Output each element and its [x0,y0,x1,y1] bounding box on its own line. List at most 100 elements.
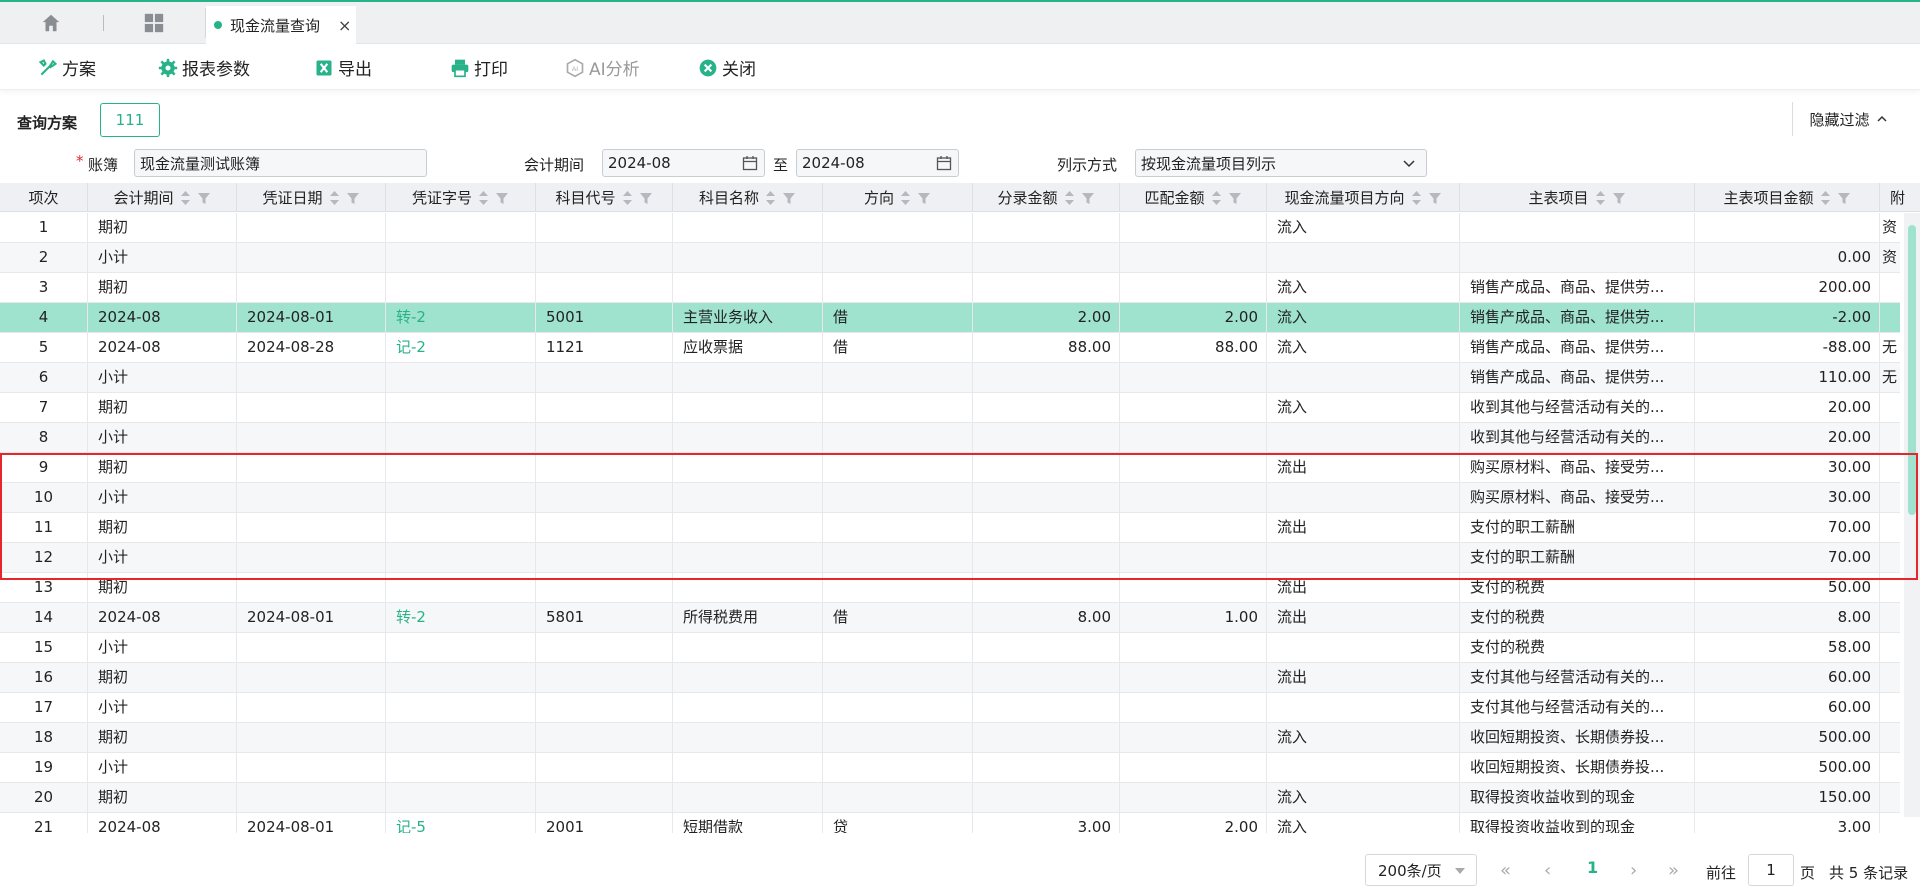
filter-icon[interactable] [1612,191,1626,205]
cell-match-amount [1120,783,1267,813]
cell-voucher-no[interactable]: 转-2 [386,303,536,333]
table-row[interactable]: 16 期初 流出 支付其他与经营活动有关的... 60.00 [0,663,1900,693]
current-page[interactable]: 1 [1587,858,1598,877]
cell-main-item-amount: 200.00 [1695,273,1880,303]
cell-voucher-date [237,243,386,273]
column-header-match-amount[interactable]: 匹配金额 [1120,183,1267,212]
ledger-field[interactable]: 现金流量测试账簿 [134,149,427,177]
cell-period: 期初 [88,663,237,693]
cell-match-amount [1120,633,1267,663]
filter-icon[interactable] [495,191,509,205]
filter-icon[interactable] [1228,191,1242,205]
close-button[interactable]: 关闭 [698,55,756,80]
cell-period: 小计 [88,693,237,723]
filter-icon[interactable] [917,191,931,205]
period-to-field[interactable]: 2024-08 [796,149,959,177]
print-button[interactable]: 打印 [450,55,508,80]
sort-icon[interactable] [180,190,191,206]
sort-icon[interactable] [478,190,489,206]
filter-icon[interactable] [197,191,211,205]
table-row[interactable]: 6 小计 销售产成品、商品、提供劳... 110.00 无 [0,363,1900,393]
cell-direction [823,273,973,303]
close-circle-icon [699,59,717,76]
first-page-icon[interactable]: « [1500,860,1511,881]
cell-entry-amount: 8.00 [973,603,1120,633]
cell-account-name [673,783,823,813]
cell-cashflow-direction: 流入 [1267,333,1460,363]
sort-icon[interactable] [1064,190,1075,206]
home-icon[interactable] [40,12,62,34]
cell-voucher-date: 2024-08-01 [237,303,386,333]
table-row[interactable]: 7 期初 流入 收到其他与经营活动有关的... 20.00 [0,393,1900,423]
export-button[interactable]: 导出 [314,55,372,80]
period-from-field[interactable]: 2024-08 [602,149,765,177]
cell-direction: 借 [823,303,973,333]
table-row[interactable]: 17 小计 支付其他与经营活动有关的... 60.00 [0,693,1900,723]
column-header-entry-amount[interactable]: 分录金额 [973,183,1120,212]
filter-icon[interactable] [1081,191,1095,205]
table-row[interactable]: 5 2024-08 2024-08-28 记-2 1121 应收票据借 88.00 88.00… [0,333,1900,363]
table-row[interactable]: 1 期初 流入资 [0,213,1900,243]
table-row[interactable]: 20 期初 流入 取得投资收益收到的现金 150.00 [0,783,1900,813]
table-row[interactable]: 3 期初 流入 销售产成品、商品、提供劳... 200.00 [0,273,1900,303]
scheme-chip[interactable]: 111 [100,103,160,137]
last-page-icon[interactable]: » [1668,860,1679,881]
goto-page-input[interactable]: 1 [1748,854,1794,886]
close-tab-icon[interactable]: × [338,16,351,35]
column-header-account-code[interactable]: 科目代号 [536,183,673,212]
grid-apps-icon[interactable] [143,12,165,34]
ai-analysis-button[interactable]: AI AI分析 [565,55,640,80]
column-header-attachment[interactable]: 附 [1880,183,1920,212]
column-header-index[interactable]: 项次 [0,183,88,212]
cell-main-item: 支付其他与经营活动有关的... [1460,693,1695,723]
table-row[interactable]: 19 小计 收回短期投资、长期债券投... 500.00 [0,753,1900,783]
cell-account-name [673,243,823,273]
table-row[interactable]: 18 期初 流入 收回短期投资、长期债券投... 500.00 [0,723,1900,753]
filter-icon[interactable] [1837,191,1851,205]
table-row[interactable]: 15 小计 支付的税费 58.00 [0,633,1900,663]
filter-icon[interactable] [639,191,653,205]
cell-voucher-date [237,783,386,813]
hide-filter-button[interactable]: 隐藏过滤 [1792,102,1904,136]
sort-icon[interactable] [329,190,340,206]
table-row[interactable]: 2 小计 0.00 资 [0,243,1900,273]
page-size-select[interactable]: 200条/页 [1365,854,1477,886]
cell-voucher-no[interactable]: 记-5 [386,813,536,833]
report-params-button[interactable]: 报表参数 [158,55,250,80]
column-header-period[interactable]: 会计期间 [88,183,237,212]
display-mode-select[interactable]: 按现金流量项目列示 [1135,149,1427,177]
cell-entry-amount [973,423,1120,453]
column-header-main-item[interactable]: 主表项目 [1460,183,1695,212]
column-header-direction[interactable]: 方向 [823,183,973,212]
table-row[interactable]: 4 2024-08 2024-08-01 转-2 5001 主营业务收入借 2.00 2.00… [0,303,1900,333]
cell-cashflow-direction: 流入 [1267,213,1460,243]
cell-voucher-no[interactable]: 记-2 [386,333,536,363]
sort-icon[interactable] [1411,190,1422,206]
column-header-main-item-amount[interactable]: 主表项目金额 [1695,183,1880,212]
filter-icon[interactable] [782,191,796,205]
table-row[interactable]: 21 2024-08 2024-08-01 记-5 2001 短期借款贷 3.00 2.00 流… [0,813,1900,833]
sort-icon[interactable] [622,190,633,206]
next-page-icon[interactable]: › [1630,860,1637,881]
tab-cashflow-query[interactable]: 现金流量查询 × [206,6,356,44]
filter-icon[interactable] [1428,191,1442,205]
table-row[interactable]: 14 2024-08 2024-08-01 转-2 5801 所得税费用借 8.00 1.00… [0,603,1900,633]
cell-index: 2 [0,243,88,273]
cell-voucher-no [386,723,536,753]
sort-icon[interactable] [1595,190,1606,206]
prev-page-icon[interactable]: ‹ [1544,860,1551,881]
column-header-voucher-date[interactable]: 凭证日期 [237,183,386,212]
sort-icon[interactable] [1820,190,1831,206]
scheme-button[interactable]: 方案 [38,55,96,80]
cell-voucher-no[interactable]: 转-2 [386,603,536,633]
filter-icon[interactable] [346,191,360,205]
sort-icon[interactable] [765,190,776,206]
sort-icon[interactable] [900,190,911,206]
table-row[interactable]: 8 小计 收到其他与经营活动有关的... 20.00 [0,423,1900,453]
column-header-cashflow-direction[interactable]: 现金流量项目方向 [1267,183,1460,212]
sort-icon[interactable] [1211,190,1222,206]
cell-account-name: 主营业务收入 [673,303,823,333]
column-header-account-name[interactable]: 科目名称 [673,183,823,212]
gear-icon [158,58,178,77]
column-header-voucher-no[interactable]: 凭证字号 [386,183,536,212]
